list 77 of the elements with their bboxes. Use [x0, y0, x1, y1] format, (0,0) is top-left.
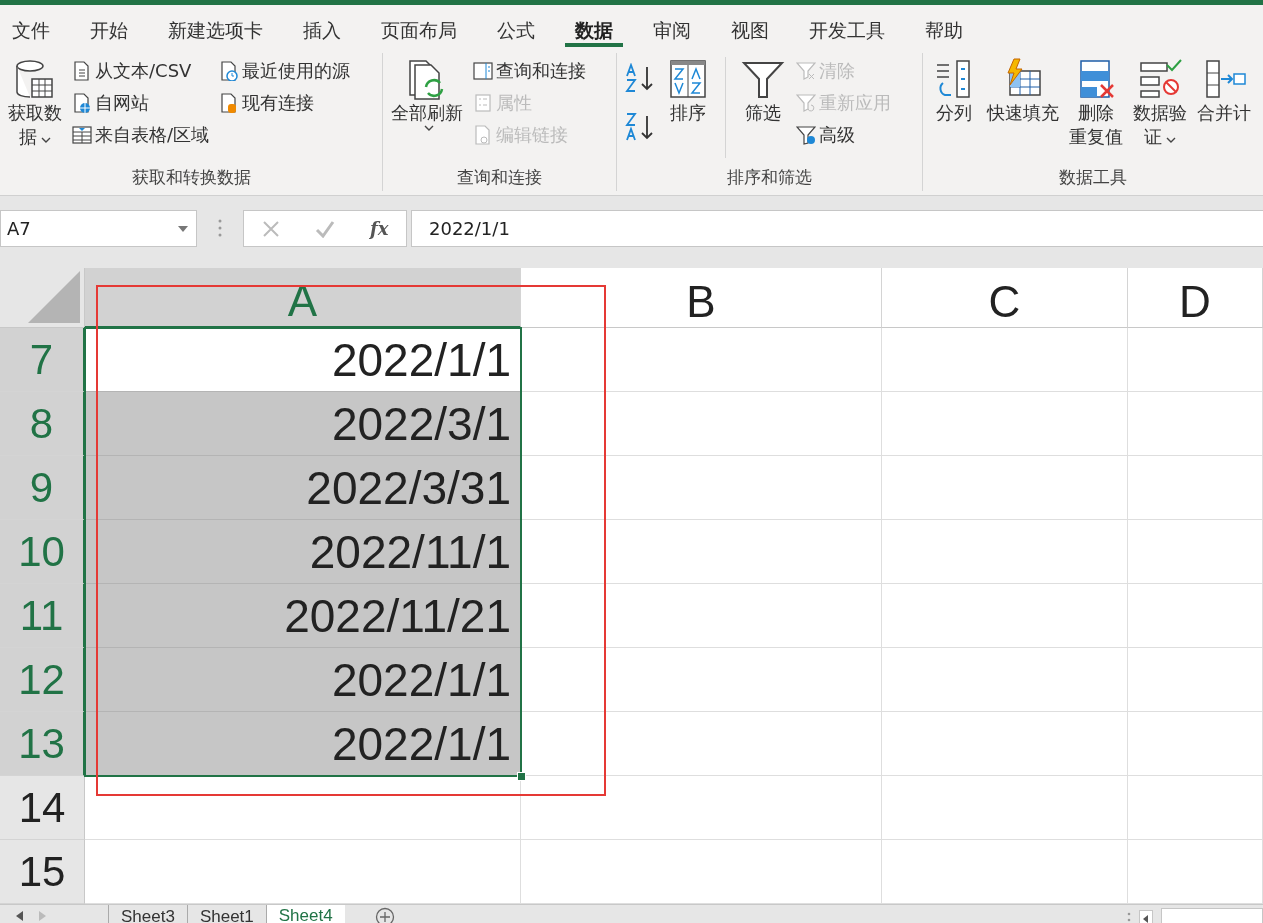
row-header[interactable]: 13 [0, 712, 85, 776]
ribbon-tab[interactable]: 审阅 [643, 5, 701, 47]
sort-ascending-icon [625, 63, 655, 93]
column-header[interactable]: A [85, 268, 521, 328]
ribbon-tab[interactable]: 视图 [721, 5, 779, 47]
row-header[interactable]: 8 [0, 392, 85, 456]
group-title: 获取和转换数据 [130, 166, 252, 189]
row-header[interactable]: 11 [0, 584, 85, 648]
document-icon [72, 61, 92, 81]
ribbon-button[interactable]: 最近使用的源 [217, 57, 353, 85]
column-header[interactable]: B [521, 268, 882, 328]
clock-document-icon [219, 61, 240, 81]
row-header[interactable]: 9 [0, 456, 85, 520]
group-title: 排序和筛选 [726, 166, 813, 189]
group-title: 数据工具 [1058, 166, 1128, 189]
ribbon-tab[interactable]: 文件 [2, 5, 60, 47]
funnel-clear-icon [796, 61, 816, 81]
link-document-icon [473, 125, 493, 145]
ribbon-button[interactable]: 从文本/CSV [70, 57, 212, 85]
group-title: 查询和连接 [456, 166, 543, 189]
ribbon-button[interactable]: 快速填充 [985, 53, 1061, 130]
insert-function-button[interactable]: fx [369, 218, 389, 239]
sheet-tab[interactable]: Sheet3 [108, 905, 187, 923]
table-cell: 2022/1/1 [85, 712, 521, 776]
ribbon-tab[interactable]: 页面布局 [371, 5, 467, 47]
sheet-tab[interactable]: Sheet4 [265, 905, 345, 923]
ribbon-button[interactable]: 高级 [794, 121, 893, 149]
list-check-icon [1137, 57, 1183, 101]
ribbon-button[interactable]: 来自表格/区域 [70, 121, 212, 149]
row-header[interactable]: 15 [0, 840, 85, 904]
table-cell: 2022/1/1 [85, 648, 521, 712]
ribbon-button[interactable]: 现有连接 [217, 89, 353, 117]
add-sheet-icon[interactable] [374, 907, 395, 923]
fill-handle[interactable] [517, 772, 526, 781]
table-cell: 2022/3/1 [85, 392, 521, 456]
ribbon-tab[interactable]: 帮助 [915, 5, 973, 47]
row-header[interactable]: 10 [0, 520, 85, 584]
ribbon-button[interactable]: 数据验 证 [1131, 53, 1189, 154]
ribbon-tab[interactable]: 开发工具 [799, 5, 895, 47]
formula-field[interactable]: 2022/1/1 [411, 210, 1263, 247]
ribbon-button[interactable]: 排序 [663, 53, 713, 130]
ribbon-tab[interactable]: 数据 [565, 5, 623, 47]
ribbon-tab[interactable]: 开始 [80, 5, 138, 47]
list-icon [473, 93, 493, 113]
ribbon-button[interactable]: 合并计 [1195, 53, 1253, 130]
ribbon-button[interactable]: 分列 [929, 53, 979, 130]
sort-descending-icon [625, 112, 655, 142]
check-icon[interactable] [314, 219, 335, 238]
panel-icon [473, 61, 493, 81]
table-cell: 2022/11/21 [85, 584, 521, 648]
grip-icon [218, 219, 222, 237]
ribbon-button[interactable]: 全部刷新 [389, 53, 465, 136]
table-cell: 2022/11/1 [85, 520, 521, 584]
table-icon [72, 125, 92, 145]
scroll-left-icon[interactable] [1139, 910, 1153, 923]
dropdown-icon [178, 225, 188, 232]
web-document-icon [72, 93, 92, 113]
grip-icon [1127, 911, 1131, 923]
column-header[interactable]: D [1128, 268, 1263, 328]
name-box[interactable]: A7 [0, 210, 197, 247]
ribbon-button[interactable]: 筛选 [738, 53, 788, 130]
ribbon-button[interactable]: 删除 重复值 [1067, 53, 1125, 154]
sheet-tab[interactable]: Sheet1 [186, 905, 266, 923]
column-header[interactable]: C [882, 268, 1128, 328]
funnel-refresh-icon [796, 93, 816, 113]
table-cell: 2022/3/31 [85, 456, 521, 520]
ribbon-tab[interactable]: 新建选项卡 [158, 5, 273, 47]
row-header[interactable]: 12 [0, 648, 85, 712]
ribbon-tab[interactable]: 插入 [293, 5, 351, 47]
ribbon-button[interactable]: 获取数 据 [6, 53, 64, 154]
row-header[interactable]: 14 [0, 776, 85, 840]
ribbon-button[interactable]: 自网站 [70, 89, 212, 117]
previous-sheet-icon[interactable] [16, 911, 24, 921]
row-header[interactable]: 7 [0, 328, 85, 392]
ribbon-button[interactable]: 查询和连接 [471, 57, 588, 85]
ribbon-tab[interactable]: 公式 [487, 5, 545, 47]
funnel-gear-icon [796, 125, 816, 145]
